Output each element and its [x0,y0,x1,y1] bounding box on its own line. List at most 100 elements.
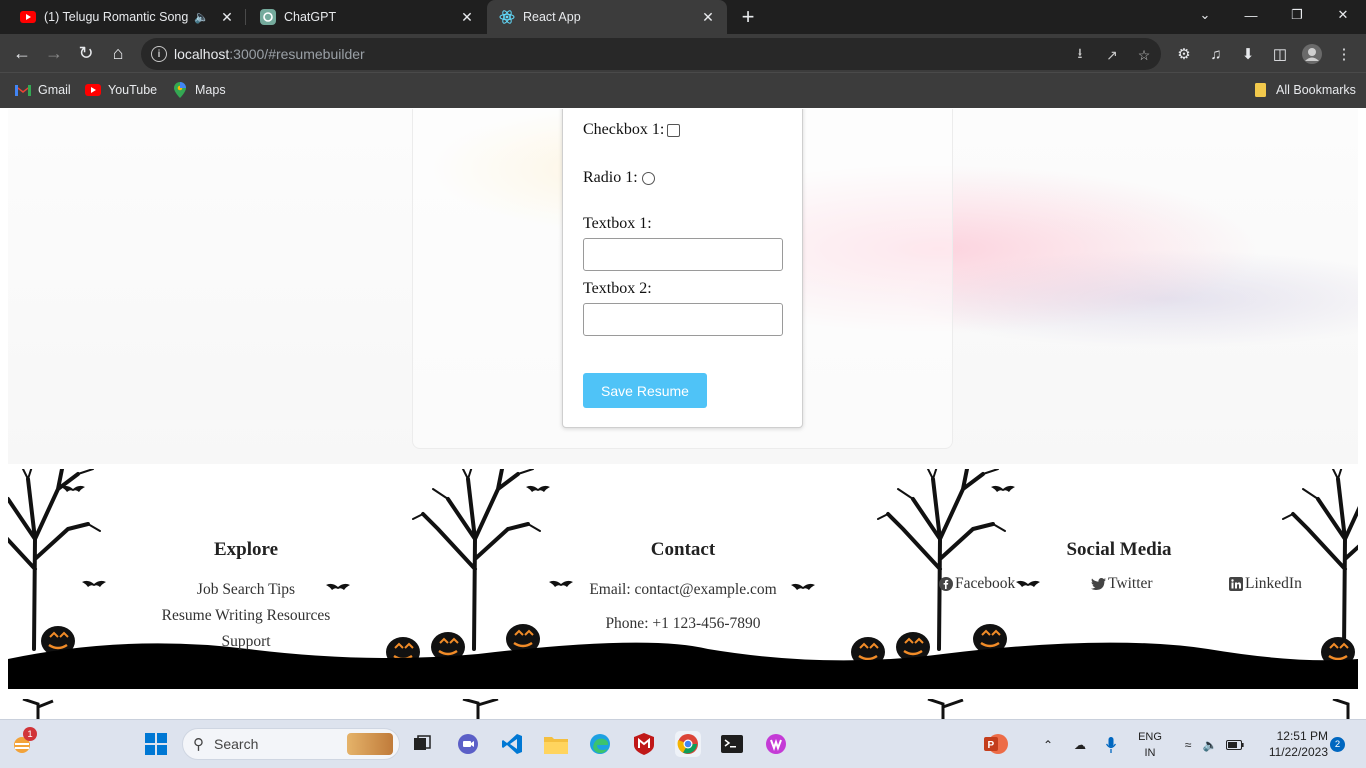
side-panel-icon[interactable]: ◫ [1270,44,1290,64]
bookmark-maps[interactable]: Maps [172,82,226,98]
chrome-icon[interactable] [675,731,701,757]
bookmark-youtube[interactable]: YouTube [85,82,157,98]
mcafee-icon[interactable] [631,731,657,757]
search-placeholder: Search [214,736,259,752]
page-viewport: Checkbox 1: Radio 1: Textbox 1: Textbox … [0,109,1366,719]
link-support[interactable]: Support [146,629,346,655]
onedrive-offline-icon[interactable]: ☁ [1068,720,1092,768]
address-bar[interactable]: i localhost:3000/#resumebuilder ⭳ ↗ ☆ [141,38,1161,70]
speaker-icon[interactable]: 🔈 [194,10,212,24]
language-label: ENG [1138,731,1162,743]
link-twitter[interactable]: Twitter [1091,575,1153,593]
twitter-icon [1091,577,1106,592]
edge-icon[interactable] [587,731,613,757]
explore-heading: Explore [213,539,279,560]
tab-chatgpt[interactable]: ChatGPT ✕ [248,0,486,34]
footer: Explore Job Search Tips Resume Writing R… [8,469,1358,689]
region-label: IN [1144,747,1156,759]
textbox-1-input[interactable] [583,238,783,271]
file-explorer-icon[interactable] [543,731,569,757]
wps-office-icon[interactable] [763,731,789,757]
textbox-2-input[interactable] [583,303,783,336]
reload-icon[interactable]: ↻ [74,41,98,65]
notification-badge[interactable]: 2 [1330,737,1345,752]
close-tab-icon[interactable]: ✕ [218,8,236,26]
save-resume-button[interactable]: Save Resume [583,373,707,408]
back-arrow-icon[interactable]: ← [10,41,34,65]
browser-toolbar: ← → ↻ ⌂ i localhost:3000/#resumebuilder … [0,34,1366,72]
checkbox-1[interactable] [667,123,681,137]
new-tab-button[interactable]: + [736,4,760,29]
youtube-icon [20,9,36,25]
tab-react-app[interactable]: React App ✕ [487,0,727,34]
bookmarks-bar: Gmail YouTube Maps All Bookmarks [0,72,1366,108]
checkbox-1-label: Checkbox 1: [583,121,665,138]
task-view-icon[interactable] [409,731,435,757]
contact-phone: Phone: +1 123-456-7890 [605,615,761,632]
facebook-label: Facebook [955,575,1016,592]
folder-icon [1253,82,1269,98]
contact-heading: Contact [650,539,716,560]
link-facebook[interactable]: Facebook [938,575,1015,593]
contact-email[interactable]: Email: contact@example.com [533,577,833,603]
twitter-label: Twitter [1108,575,1153,592]
linkedin-icon [1228,577,1243,592]
restore-button[interactable]: ❐ [1274,0,1320,30]
windows-taskbar: 1 ⚲ Search P ⌃ ☁ ENG IN ≈ 🔈 12:51 PM 11/… [0,719,1366,768]
tab-strip: (1) Telugu Romantic Songs | 🔈 ✕ ChatGPT … [0,0,1366,34]
resume-form: Checkbox 1: Radio 1: Textbox 1: Textbox … [562,109,803,428]
forward-arrow-icon[interactable]: → [42,41,66,65]
close-tab-icon[interactable]: ✕ [458,8,476,26]
tab-search-icon[interactable]: ⌄ [1182,0,1228,30]
media-controls-icon[interactable]: ♫ [1206,44,1226,64]
facebook-icon [938,577,953,592]
footer-background-repeat [22,699,1350,719]
tray-overflow-icon[interactable]: ⌃ [1038,720,1058,768]
url-text[interactable]: localhost:3000/#resumebuilder [174,46,365,62]
clock-date: 11/22/2023 [1268,745,1328,759]
footer-contact: Contact Email: contact@example.com Phone… [533,539,833,637]
system-clock[interactable]: 12:51 PM 11/22/2023 [1252,728,1328,760]
radio-1[interactable] [641,171,655,185]
tab-title: React App [523,10,581,24]
bookmark-gmail[interactable]: Gmail [15,82,71,98]
windows-start-icon[interactable] [143,731,169,757]
battery-icon[interactable] [1224,720,1246,768]
close-tab-icon[interactable]: ✕ [699,8,717,26]
microphone-icon[interactable] [1100,720,1122,768]
profile-avatar[interactable] [1302,44,1322,64]
minimize-button[interactable]: — [1228,0,1274,30]
gmail-icon [15,82,31,98]
extensions-icon[interactable]: ⚙ [1174,44,1194,64]
search-icon: ⚲ [193,736,204,753]
language-indicator[interactable]: ENG IN [1132,729,1168,761]
home-icon[interactable]: ⌂ [106,41,130,65]
wifi-icon[interactable]: ≈ [1178,720,1198,768]
close-window-button[interactable]: ✕ [1320,0,1366,30]
vscode-icon[interactable] [499,731,525,757]
share-icon[interactable]: ↗ [1103,46,1121,64]
tab-youtube[interactable]: (1) Telugu Romantic Songs | 🔈 ✕ [8,0,246,34]
teams-chat-icon[interactable] [455,731,481,757]
site-info-icon[interactable]: i [151,46,167,62]
terminal-icon[interactable] [719,731,745,757]
textbox-2-label: Textbox 2: [583,280,652,297]
all-bookmarks[interactable]: All Bookmarks [1253,82,1356,98]
link-resume-writing-resources[interactable]: Resume Writing Resources [146,603,346,629]
taskbar-search[interactable]: ⚲ Search [182,728,400,760]
menu-kebab-icon[interactable]: ⋮ [1334,44,1354,64]
volume-icon[interactable]: 🔈 [1200,720,1220,768]
downloads-icon[interactable]: ⬇ [1238,44,1258,64]
link-linkedin[interactable]: LinkedIn [1228,575,1302,593]
social-media-heading: Social Media [1066,539,1172,560]
textbox-1-label: Textbox 1: [583,215,652,232]
clock-time: 12:51 PM [1276,729,1328,743]
maps-icon [172,82,188,98]
bookmark-label: YouTube [108,83,158,97]
bookmark-star-icon[interactable]: ☆ [1135,46,1153,64]
link-job-search-tips[interactable]: Job Search Tips [146,577,346,603]
svg-text:P: P [988,740,995,751]
install-app-icon[interactable]: ⭳ [1071,45,1089,64]
youtube-icon [85,82,101,98]
powerpoint-icon[interactable]: P [983,731,1009,757]
